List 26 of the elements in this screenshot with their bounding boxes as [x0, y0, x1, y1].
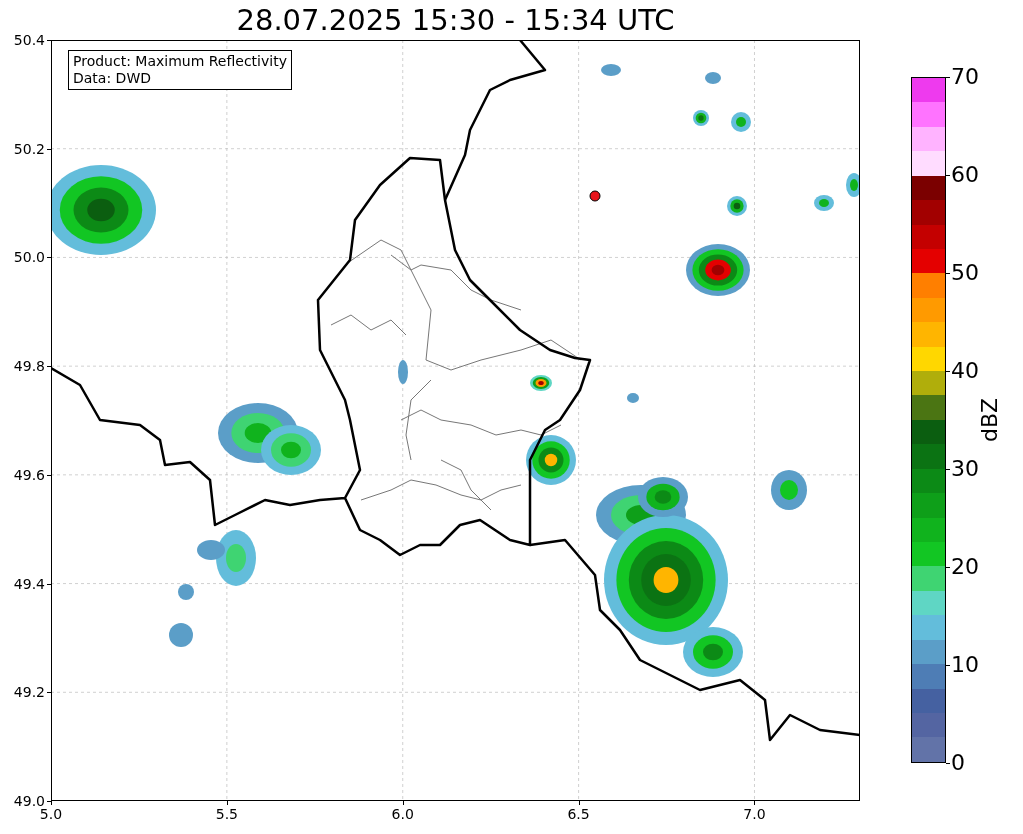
colorbar-tick-label: 50: [951, 260, 979, 286]
x-axis-label: 6.0: [391, 806, 414, 822]
y-axis-label: 49.2: [13, 684, 45, 701]
y-axis-label: 49.0: [13, 793, 45, 809]
info-text: Data: DWD: [73, 70, 152, 87]
y-axis-label: 50.0: [13, 249, 45, 266]
y-axis-label: 49.4: [13, 575, 45, 592]
colorbar-tick-label: 10: [951, 652, 979, 678]
location-marker: [589, 190, 601, 202]
y-axis-label: 49.8: [13, 358, 45, 375]
y-axis-label: 50.2: [13, 140, 45, 157]
x-axis-label: 5.0: [39, 806, 63, 822]
chart-title: 28.07.2025 15:30 - 15:34 UTC: [235, 3, 676, 37]
y-axis-label: 49.6: [13, 466, 45, 483]
y-axis-label: 50.4: [13, 32, 45, 48]
x-axis-label: 5.5: [215, 806, 238, 822]
info-text: Product: Maximum Reflectivity: [73, 53, 287, 70]
colorbar-tick-label: 40: [951, 358, 979, 384]
colorbar-tick-label: 20: [951, 554, 979, 580]
colorbar-tick-label: 70: [951, 64, 979, 90]
colorbar-tick-label: 0: [951, 750, 965, 776]
x-axis-label: 6.5: [567, 806, 590, 822]
colorbar-label: dBZ: [976, 397, 1002, 443]
colorbar-tick-label: 60: [951, 162, 979, 188]
colorbar-tick-label: 30: [951, 456, 979, 482]
x-axis-label: 7.0: [743, 806, 766, 822]
